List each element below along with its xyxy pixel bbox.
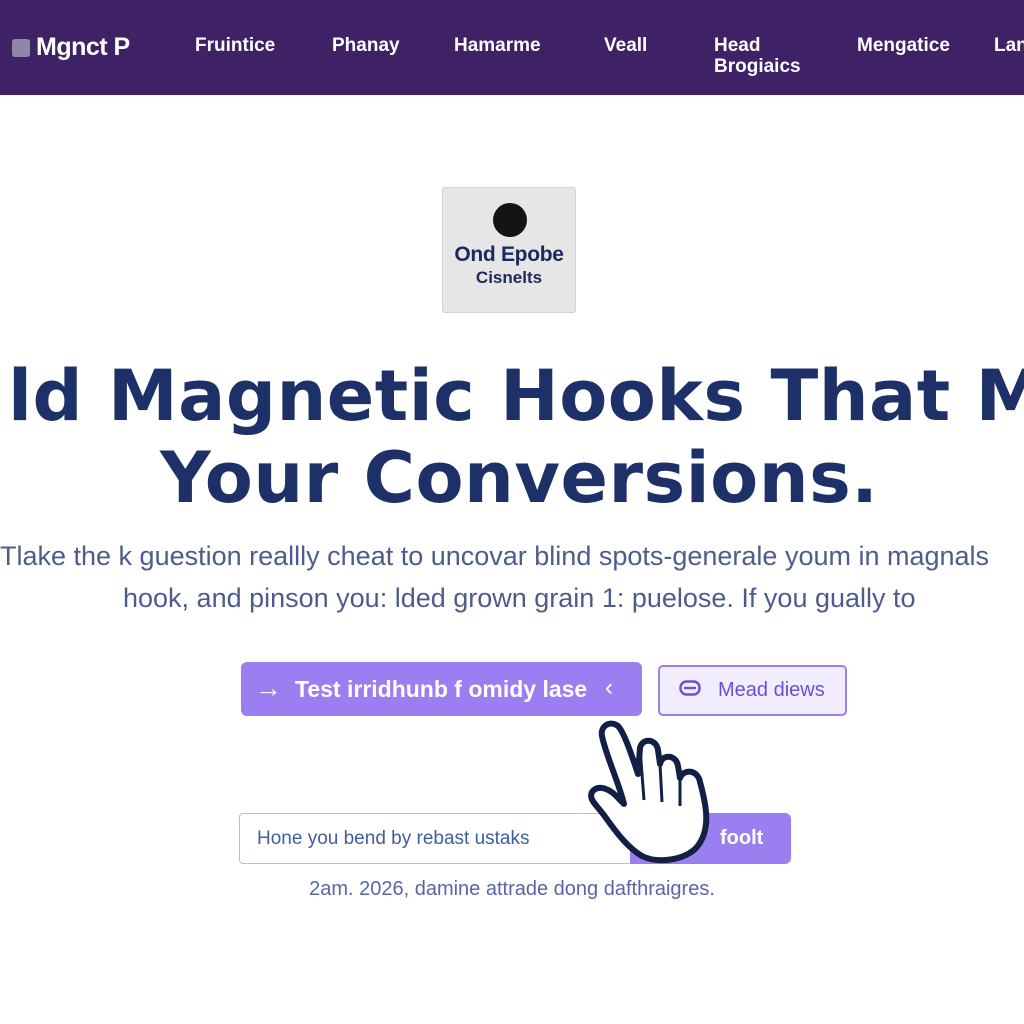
nav-link-lan[interactable]: Lan	[994, 35, 1024, 56]
headline-line-2: Your Conversions.	[160, 437, 879, 519]
hero-headline: ld Magnetic Hooks That M Your Conversion…	[0, 355, 1024, 525]
badge-title: Ond Epobe	[454, 243, 564, 266]
brand-logo[interactable]: Mgnct P	[12, 33, 130, 62]
hero-badge: Ond Epobe Cisnelts	[442, 187, 576, 313]
nav-link-head-brogiaics[interactable]: Head Brogiaics	[714, 35, 810, 77]
badge-dot-icon	[493, 203, 527, 237]
subtext-line-1: Tlake the k guestion reallly cheat to un…	[0, 541, 990, 571]
headline-line-1: ld Magnetic Hooks That M	[8, 355, 1024, 437]
top-navbar: Mgnct P Fruintice Phanay Hamarme Veall H…	[0, 0, 1024, 95]
primary-cta-label: Test irridhunb f omidy lase	[295, 676, 588, 702]
nav-link-phanay[interactable]: Phanay	[332, 35, 400, 56]
arrow-right-icon: →	[255, 673, 282, 703]
chevron-left-icon: ‹	[605, 674, 613, 701]
chat-bubble-icon	[679, 680, 701, 696]
brand-name: Mgnct P	[36, 33, 130, 61]
hero-subtext: Tlake the k guestion reallly cheat to un…	[0, 541, 1024, 621]
hand-pointer-icon	[588, 720, 710, 864]
nav-link-hamarme[interactable]: Hamarme	[454, 35, 541, 56]
secondary-cta-label: Mead diews	[718, 679, 825, 701]
logo-square-icon	[12, 38, 30, 57]
badge-subtitle: Cisnelts	[475, 268, 543, 287]
subtext-line-2: hook, and pinson you: lded grown grain 1…	[123, 583, 916, 613]
nav-link-mengatice[interactable]: Mengatice	[857, 35, 950, 56]
form-footnote: 2am. 2026, damine attrade dong dafthraig…	[309, 878, 715, 900]
landing-page: Mgnct P Fruintice Phanay Hamarme Veall H…	[0, 0, 1024, 1024]
nav-link-veall[interactable]: Veall	[604, 35, 647, 56]
email-input[interactable]	[239, 813, 634, 864]
nav-link-fruintice[interactable]: Fruintice	[195, 35, 275, 56]
